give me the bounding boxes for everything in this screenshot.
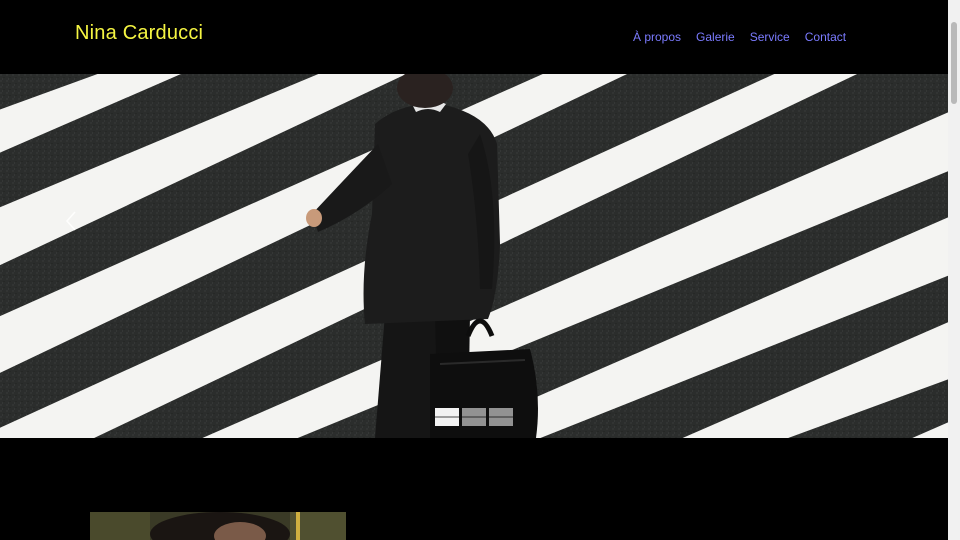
hero-image [0, 74, 948, 438]
chevron-left-icon [65, 211, 76, 231]
nav-link-a-propos[interactable]: À propos [633, 30, 681, 44]
page: Nina Carducci À propos Galerie Service C… [0, 0, 960, 540]
carousel-prev-button[interactable] [62, 206, 82, 236]
site-title[interactable]: Nina Carducci [75, 22, 203, 45]
site-header: Nina Carducci À propos Galerie Service C… [0, 0, 948, 74]
scrollbar-thumb[interactable] [951, 22, 957, 104]
nav-link-contact[interactable]: Contact [805, 30, 846, 44]
carousel-indicator[interactable] [435, 408, 459, 426]
nav-link-galerie[interactable]: Galerie [696, 30, 735, 44]
carousel-indicator[interactable] [489, 408, 513, 426]
carousel-indicators [435, 408, 513, 426]
page-scrollbar[interactable] [948, 0, 960, 540]
main-nav: À propos Galerie Service Contact [633, 30, 861, 44]
nav-link-service[interactable]: Service [750, 30, 790, 44]
carousel-indicator[interactable] [462, 408, 486, 426]
hero-carousel [0, 74, 948, 438]
portrait-image [90, 512, 346, 540]
